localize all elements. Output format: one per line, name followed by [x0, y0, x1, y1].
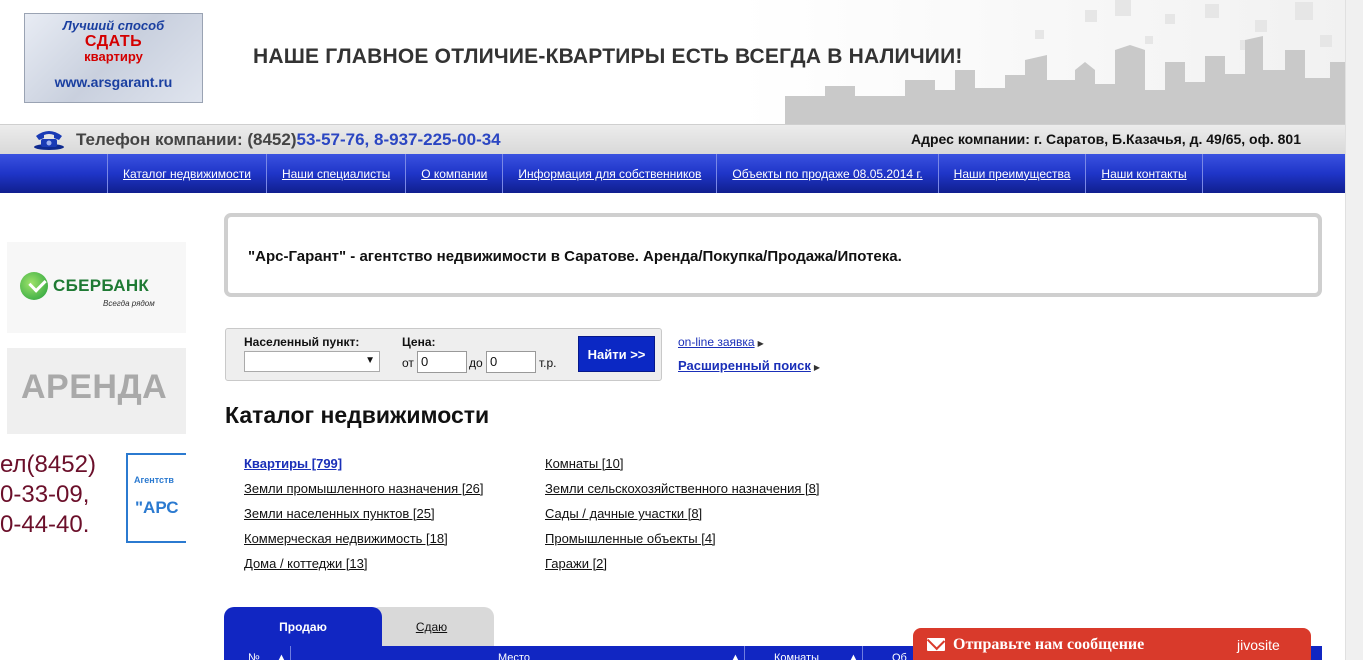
chat-widget[interactable]: Отправьте нам сообщение jivosite — [913, 628, 1311, 660]
advanced-search-label: Расширенный поиск — [678, 358, 811, 373]
catalog-link-settlement-land[interactable]: Земли населенных пунктов [25] — [244, 506, 435, 521]
sberbank-logo-icon — [20, 272, 48, 300]
column-divider — [862, 646, 863, 660]
price-to-label: до — [469, 356, 483, 370]
nav-item-label[interactable]: Наши контакты — [1101, 167, 1186, 181]
phone-banner-line: ел(8452) — [0, 451, 96, 478]
find-button[interactable]: Найти >> — [578, 336, 655, 372]
phone-banner-line: 0-44-40. — [0, 511, 90, 538]
logo-subline: квартиру — [84, 49, 143, 64]
phone-label: Телефон компании: (8452)53-57-76, 8-937-… — [76, 130, 501, 150]
phone-banner[interactable]: ел(8452) 0-33-09, 0-44-40. — [0, 450, 120, 545]
catalog-link-agricultural-land[interactable]: Земли сельскохозяйственного назначения [… — [545, 481, 819, 496]
locality-label: Населенный пункт: — [244, 335, 360, 349]
envelope-icon — [927, 638, 945, 651]
arrow-right-icon: ▶ — [813, 363, 821, 372]
agency-banner[interactable]: Агентств "АРС — [126, 453, 186, 543]
telephone-icon — [34, 131, 64, 150]
nav-item-label[interactable]: Наши преимущества — [954, 167, 1071, 181]
agency-banner-name: "АРС — [135, 498, 179, 517]
locality-select[interactable]: ▼ — [244, 351, 380, 372]
sberbank-slogan: Всегда рядом — [103, 299, 155, 308]
page: Лучший способ СДАТЬ квартиру www.arsgara… — [0, 0, 1363, 660]
agency-banner-label: Агентств — [134, 475, 174, 485]
catalog-link-garages[interactable]: Гаражи [2] — [545, 556, 607, 571]
nav-item-catalog[interactable]: Каталог недвижимости — [108, 154, 267, 193]
vertical-scrollbar[interactable] — [1345, 0, 1363, 660]
sberbank-name: СБЕРБАНК — [53, 276, 150, 295]
price-from-input[interactable]: 0 — [417, 351, 467, 373]
price-label: Цена: — [402, 335, 436, 349]
intro-text: "Арс-Гарант" - агентство недвижимости в … — [248, 248, 902, 265]
phone-numbers: 53-57-76, 8-937-225-00-34 — [296, 130, 501, 149]
chat-brand: jivosite — [1237, 637, 1280, 653]
column-header-place[interactable]: Место — [498, 652, 530, 660]
nav-item-label[interactable]: О компании — [421, 167, 487, 181]
online-request-link[interactable]: on-line заявка ▶ — [678, 335, 764, 349]
nav-item-label[interactable]: Наши специалисты — [282, 167, 390, 181]
catalog-title: Каталог недвижимости — [225, 402, 490, 428]
column-header-no[interactable]: № — [248, 652, 260, 660]
catalog-link-industrial-land[interactable]: Земли промышленного назначения [26] — [244, 481, 484, 496]
catalog-link-gardens[interactable]: Сады / дачные участки [8] — [545, 506, 702, 521]
company-address: Адрес компании: г. Саратов, Б.Казачья, д… — [911, 131, 1301, 147]
column-header-rooms[interactable]: Комнаты — [774, 652, 819, 660]
nav-item-label[interactable]: Объекты по продаже 08.05.2014 г. — [732, 167, 922, 181]
online-request-label: on-line заявка — [678, 335, 755, 349]
nav-item-sale-objects[interactable]: Объекты по продаже 08.05.2014 г. — [717, 154, 939, 193]
chat-message: Отправьте нам сообщение — [953, 636, 1145, 653]
catalog-link-rooms[interactable]: Комнаты [10] — [545, 456, 623, 471]
nav-item-owners-info[interactable]: Информация для собственников — [503, 154, 718, 193]
advanced-search-link[interactable]: Расширенный поиск ▶ — [678, 358, 820, 373]
nav-item-label[interactable]: Каталог недвижимости — [123, 167, 251, 181]
sort-arrow-icon[interactable]: ▲ — [276, 652, 287, 660]
nav-item-advantages[interactable]: Наши преимущества — [939, 154, 1087, 193]
catalog-link-commercial[interactable]: Коммерческая недвижимость [18] — [244, 531, 448, 546]
nav-item-specialists[interactable]: Наши специалисты — [267, 154, 407, 193]
phone-label-text: Телефон компании: (8452) — [76, 130, 297, 149]
contact-bar: Телефон компании: (8452)53-57-76, 8-937-… — [0, 124, 1345, 154]
intro-box: "Арс-Гарант" - агентство недвижимости в … — [224, 213, 1322, 297]
tab-rent[interactable]: Сдаю — [369, 607, 494, 647]
column-divider — [290, 646, 291, 660]
nav-item-contacts[interactable]: Наши контакты — [1086, 154, 1203, 193]
arenda-banner-text: АРЕНДА — [21, 368, 168, 406]
nav-item-about[interactable]: О компании — [406, 154, 504, 193]
sberbank-banner[interactable]: СБЕРБАНК Всегда рядом — [7, 242, 186, 333]
phone-banner-line: 0-33-09, — [0, 481, 90, 508]
catalog-link-houses[interactable]: Дома / коттеджи [13] — [244, 556, 368, 571]
price-unit-label: т.р. — [539, 356, 557, 370]
sort-arrow-icon[interactable]: ▲ — [730, 652, 741, 660]
nav-item-label[interactable]: Информация для собственников — [518, 167, 701, 181]
header-slogan: НАШЕ ГЛАВНОЕ ОТЛИЧИЕ-КВАРТИРЫ ЕСТЬ ВСЕГД… — [253, 45, 963, 68]
dropdown-arrow-icon: ▼ — [365, 355, 375, 366]
search-form: Населенный пункт: ▼ Цена: от 0 до 0 т.р.… — [225, 328, 662, 381]
main-nav: Каталог недвижимости Наши специалисты О … — [0, 154, 1345, 193]
price-from-label: от — [402, 356, 414, 370]
catalog-link-industrial-objects[interactable]: Промышленные объекты [4] — [545, 531, 716, 546]
catalog-link-apartments[interactable]: Квартиры [799] — [244, 456, 342, 471]
tab-sell[interactable]: Продаю — [224, 607, 382, 647]
arrow-right-icon: ▶ — [757, 339, 764, 348]
logo-tagline: Лучший способ — [62, 18, 165, 33]
site-logo[interactable]: Лучший способ СДАТЬ квартиру www.arsgara… — [24, 13, 203, 103]
arenda-banner[interactable]: АРЕНДА — [7, 348, 186, 434]
site-header: Лучший способ СДАТЬ квартиру www.arsgara… — [0, 0, 1345, 124]
column-divider — [744, 646, 745, 660]
column-header-area[interactable]: Об — [892, 652, 907, 660]
price-to-input[interactable]: 0 — [486, 351, 536, 373]
logo-url: www.arsgarant.ru — [54, 74, 173, 90]
sort-arrow-icon[interactable]: ▲ — [848, 652, 859, 660]
